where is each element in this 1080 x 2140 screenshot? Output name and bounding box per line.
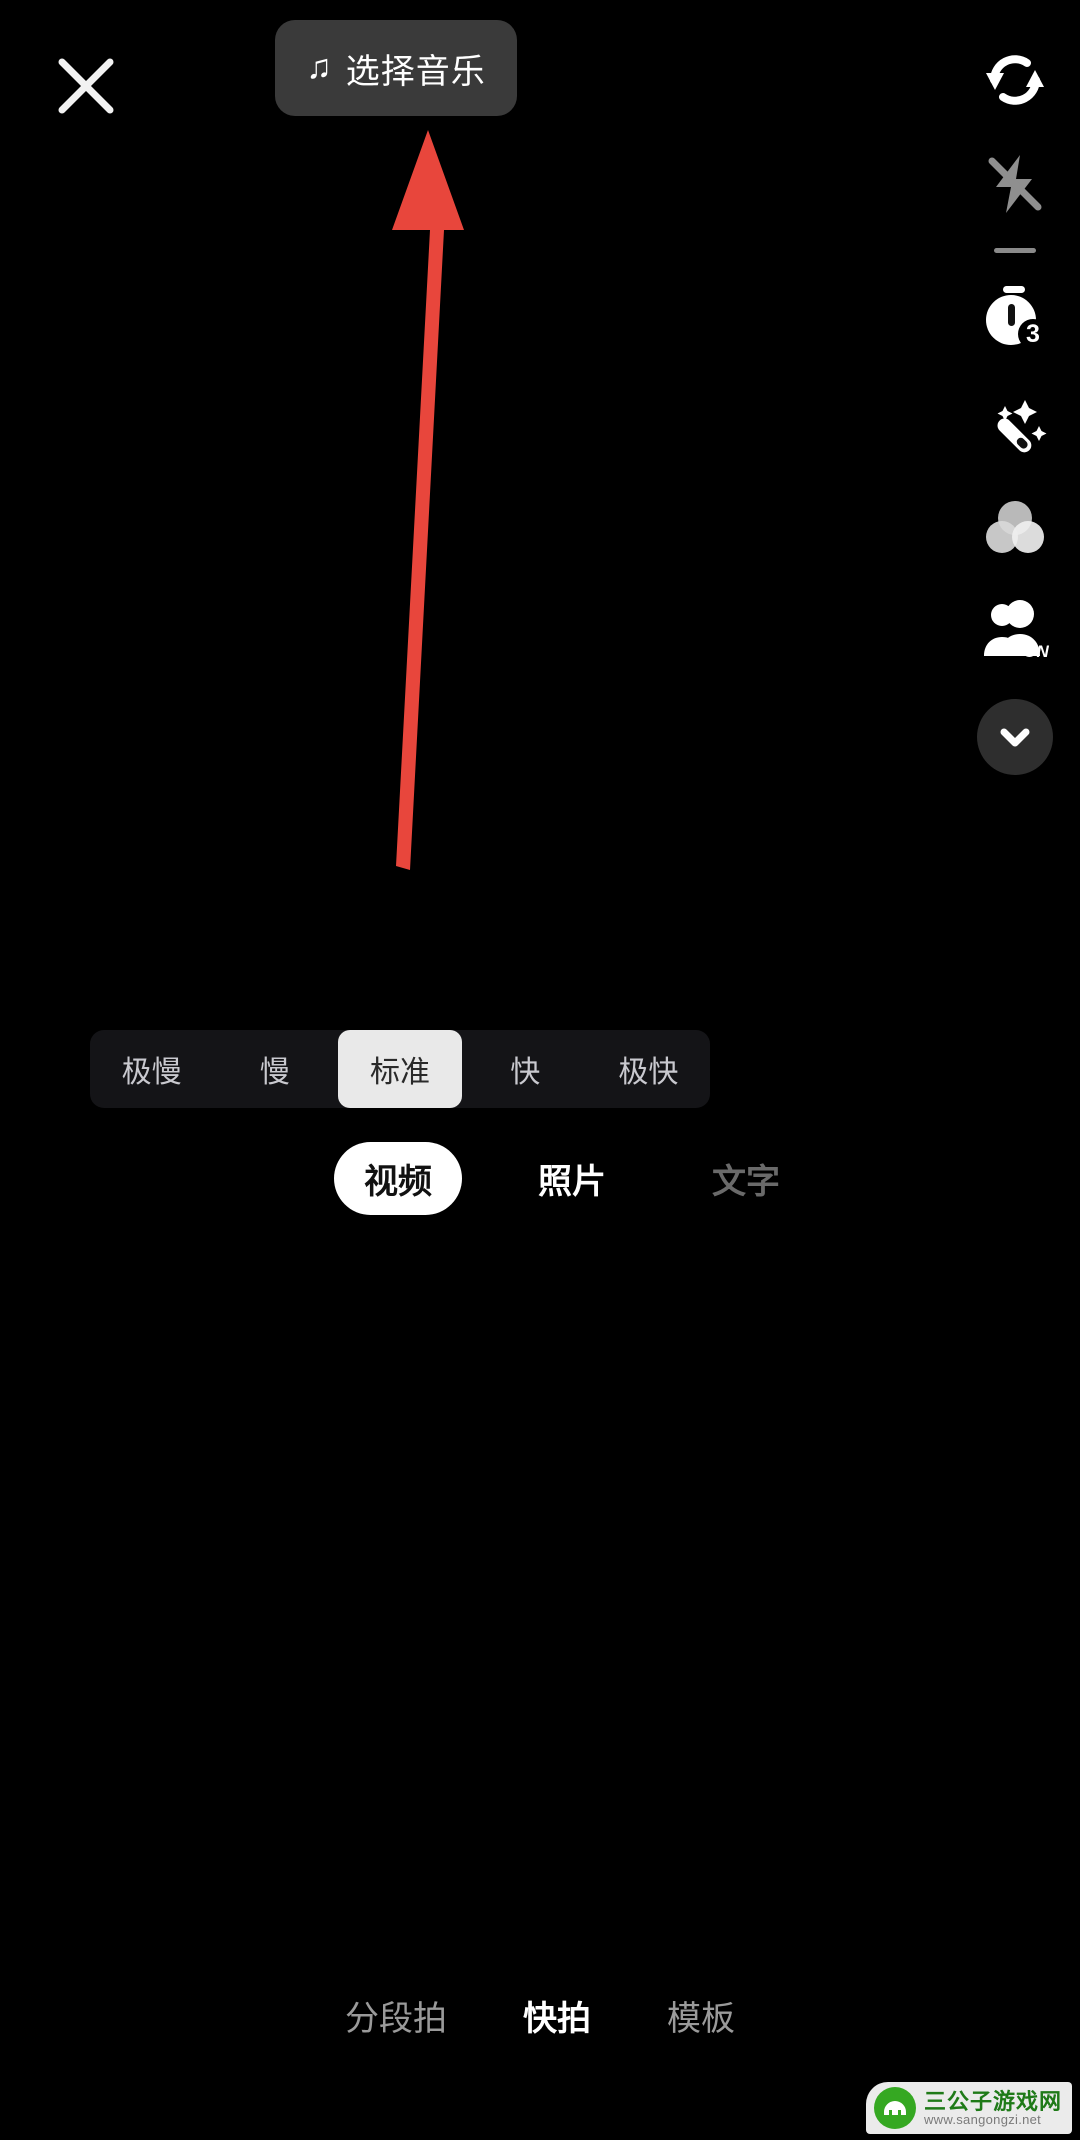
more-tools-button[interactable]	[950, 685, 1080, 789]
close-button[interactable]	[36, 36, 136, 136]
camera-tools-rail: 3 ON	[950, 30, 1080, 789]
music-note-icon: ♫	[306, 48, 332, 86]
watermark-url: www.sangongzi.net	[923, 2111, 1042, 2127]
watermark-text: 三公子游戏网 www.sangongzi.net	[924, 2090, 1062, 2127]
flip-camera-icon	[978, 43, 1052, 122]
speed-option-0[interactable]: 极慢	[90, 1030, 213, 1108]
flash-off-icon	[980, 149, 1050, 224]
tab-text[interactable]: 文字	[682, 1142, 810, 1215]
nav-item-quick[interactable]: 快拍	[523, 1991, 591, 2040]
filter-button[interactable]	[950, 477, 1080, 581]
filter-circles-icon	[979, 491, 1051, 568]
bottom-nav: 分段拍 快拍 模板	[0, 1980, 1080, 2050]
speed-option-2[interactable]: 标准	[338, 1030, 462, 1108]
rail-divider	[994, 248, 1036, 253]
tab-photo[interactable]: 照片	[508, 1142, 636, 1215]
close-icon	[55, 55, 117, 117]
capture-controls: 特效 极慢慢标准快极快 视频照片文 相册	[0, 1245, 1080, 1455]
flip-camera-button[interactable]	[950, 30, 1080, 134]
flash-toggle-button[interactable]	[950, 134, 1080, 238]
capture-mode-tabs: 视频 照片 文字	[0, 1140, 1080, 1216]
timer-button[interactable]: 3	[950, 269, 1080, 373]
nav-item-segmented[interactable]: 分段拍	[345, 1991, 447, 2040]
annotation-arrow	[370, 130, 500, 870]
speed-option-3[interactable]: 快	[464, 1030, 587, 1108]
tab-video[interactable]: 视频	[334, 1141, 462, 1215]
magic-wand-icon	[978, 386, 1052, 465]
chevron-down-icon	[977, 699, 1053, 775]
svg-text:ON: ON	[1023, 642, 1049, 661]
watermark-logo-icon	[873, 2087, 916, 2129]
timer-icon: 3	[978, 282, 1052, 361]
speed-option-4[interactable]: 极快	[587, 1030, 710, 1108]
duet-people-button[interactable]: ON	[950, 581, 1080, 685]
speed-selector[interactable]: 极慢 慢 标准 快 极快	[90, 1030, 710, 1108]
people-on-icon: ON	[978, 594, 1052, 673]
speed-option-1[interactable]: 慢	[213, 1030, 336, 1108]
beautify-button[interactable]	[950, 373, 1080, 477]
site-watermark: 三公子游戏网 www.sangongzi.net	[865, 2082, 1072, 2134]
watermark-title: 三公子游戏网	[923, 2088, 1062, 2114]
svg-text:3: 3	[1026, 320, 1040, 348]
select-music-button[interactable]: ♫ 选择音乐	[275, 20, 517, 116]
nav-item-template[interactable]: 模板	[667, 1991, 735, 2040]
select-music-label: 选择音乐	[345, 52, 486, 91]
